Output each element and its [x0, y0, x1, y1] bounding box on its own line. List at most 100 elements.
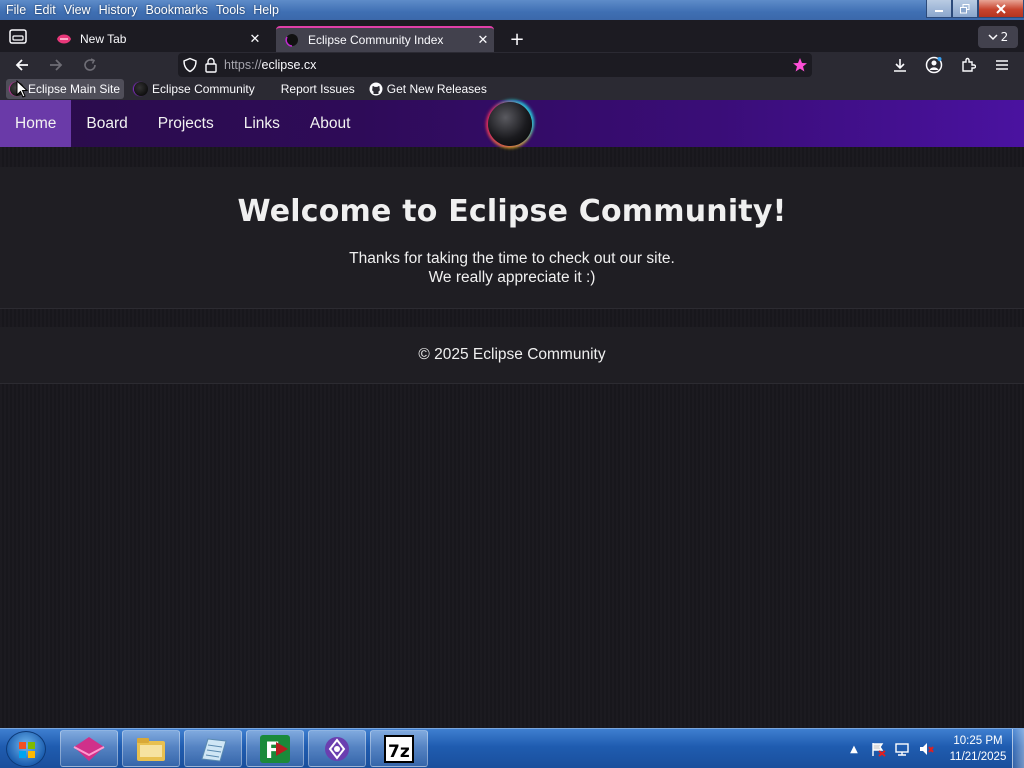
network-icon[interactable] [894, 741, 910, 757]
tab-close-icon[interactable]: ✕ [244, 28, 266, 50]
taskbar-7zip-app[interactable]: 7z [370, 730, 428, 767]
action-center-flag-icon[interactable] [870, 741, 886, 757]
browser-window: File Edit View History Bookmarks Tools H… [0, 0, 1024, 728]
start-button[interactable] [6, 731, 46, 767]
forward-arrow-icon [50, 59, 63, 71]
eclipse-logo[interactable] [488, 102, 532, 146]
tab-count: 2 [1000, 30, 1009, 44]
reload-button[interactable] [76, 52, 104, 78]
hero-section: Welcome to Eclipse Community! Thanks for… [0, 167, 1024, 309]
notepad-icon [201, 737, 227, 762]
close-window-button[interactable] [978, 0, 1024, 18]
bookmark-get-new-releases[interactable]: Get New Releases [365, 79, 491, 99]
menu-file[interactable]: File [2, 0, 30, 20]
account-button[interactable] [920, 52, 948, 78]
show-hidden-icons-arrow-icon[interactable]: ▲ [846, 741, 862, 757]
hero-line-1: Thanks for taking the time to check out … [349, 250, 675, 267]
downloads-button[interactable] [886, 52, 914, 78]
back-button[interactable] [8, 52, 36, 78]
bookmark-star-icon[interactable] [792, 57, 808, 73]
pink-cube-icon [73, 736, 105, 761]
window-controls [926, 0, 1024, 18]
taskbar-filezilla-app[interactable]: F [246, 730, 304, 767]
menu-view[interactable]: View [60, 0, 95, 20]
url-bar[interactable]: https://eclipse.cx [178, 53, 812, 77]
plus-icon: + [509, 28, 525, 50]
nav-toolbar: https://eclipse.cx [0, 52, 1024, 78]
forward-button[interactable] [42, 52, 70, 78]
hero-title: Welcome to Eclipse Community! [237, 194, 787, 229]
bookmark-label: Get New Releases [386, 82, 487, 96]
site-nav-projects[interactable]: Projects [143, 100, 229, 147]
hero-line-2: We really appreciate it :) [428, 269, 596, 286]
site-nav-links[interactable]: Links [229, 100, 295, 147]
bookmark-report-issues[interactable]: Report Issues [277, 79, 359, 99]
bookmarks-toolbar: Eclipse Main Site Eclipse Community Repo… [0, 78, 1024, 100]
tab-label: New Tab [80, 32, 127, 46]
site-nav-about[interactable]: About [295, 100, 366, 147]
taskbar-notepad-app[interactable] [184, 730, 242, 767]
site-nav-board[interactable]: Board [71, 100, 142, 147]
mouse-cursor-icon [16, 80, 28, 98]
bookmark-label: Eclipse Community [152, 82, 255, 96]
bookmark-label: Report Issues [280, 82, 355, 96]
chevron-down-icon [988, 34, 998, 41]
lock-icon[interactable] [204, 57, 218, 73]
bookmark-label: Eclipse Main Site [28, 82, 121, 96]
back-arrow-icon [15, 59, 28, 71]
tab-label: Eclipse Community Index [308, 33, 444, 47]
tab-eclipse-community-index[interactable]: Eclipse Community Index ✕ [276, 26, 494, 52]
tab-new-tab[interactable]: New Tab ✕ [48, 26, 266, 52]
github-icon [369, 82, 383, 96]
eclipse-ide-icon [325, 736, 349, 761]
restore-icon [960, 3, 970, 13]
eclipse-favicon [284, 32, 300, 48]
account-icon [925, 56, 943, 74]
menu-bar: File Edit View History Bookmarks Tools H… [0, 0, 283, 20]
volume-muted-icon[interactable] [918, 741, 934, 757]
site-navbar: Home Board Projects Links About [0, 100, 1024, 147]
download-icon [894, 59, 906, 72]
list-all-tabs-button[interactable]: 2 [978, 26, 1018, 48]
windows-logo-icon [19, 742, 35, 758]
taskbar-clock[interactable]: 10:25 PM 11/21/2025 [946, 733, 1010, 765]
web-page: Home Board Projects Links About Welcome … [0, 100, 1024, 728]
filezilla-icon: F [260, 734, 290, 764]
footer-copyright: © 2025 Eclipse Community [418, 346, 606, 363]
url-text[interactable]: https://eclipse.cx [224, 58, 316, 72]
menu-edit[interactable]: Edit [30, 0, 60, 20]
hero-subtitle: Thanks for taking the time to check out … [0, 249, 1024, 287]
svg-text:7z: 7z [388, 742, 410, 762]
firefox-view-button[interactable] [0, 20, 36, 52]
menu-help[interactable]: Help [249, 0, 283, 20]
bookmark-eclipse-community[interactable]: Eclipse Community [130, 79, 259, 99]
menu-bookmarks[interactable]: Bookmarks [141, 0, 212, 20]
show-desktop-button[interactable] [1012, 729, 1024, 768]
menu-history[interactable]: History [95, 0, 142, 20]
site-nav-home[interactable]: Home [0, 100, 72, 147]
new-tab-favicon [56, 31, 72, 47]
restore-button[interactable] [952, 0, 978, 18]
taskbar-file-explorer[interactable] [122, 730, 180, 767]
app-menu-button[interactable] [988, 52, 1016, 78]
taskbar: F 7z ▲ 10:25 PM 11/21/2025 [0, 728, 1024, 768]
minimize-button[interactable] [926, 0, 952, 18]
extensions-button[interactable] [954, 52, 982, 78]
system-tray: ▲ 10:25 PM 11/21/2025 [842, 729, 1010, 768]
clock-date: 11/21/2025 [949, 751, 1007, 763]
taskbar-pink-cube-app[interactable] [60, 730, 118, 767]
shield-icon[interactable] [182, 57, 198, 73]
close-icon [996, 3, 1006, 14]
firefox-view-icon [9, 29, 27, 44]
new-tab-button[interactable]: + [504, 28, 530, 50]
puzzle-icon [962, 57, 976, 72]
reload-icon [84, 58, 96, 71]
7zip-icon: 7z [384, 734, 414, 763]
minimize-icon [935, 9, 943, 12]
tab-close-icon[interactable]: ✕ [472, 29, 494, 51]
menu-tools[interactable]: Tools [212, 0, 249, 20]
taskbar-eclipse-app[interactable] [308, 730, 366, 767]
clock-time: 10:25 PM [953, 735, 1003, 747]
folder-icon [137, 737, 165, 761]
eclipse-logo-icon [134, 82, 149, 96]
